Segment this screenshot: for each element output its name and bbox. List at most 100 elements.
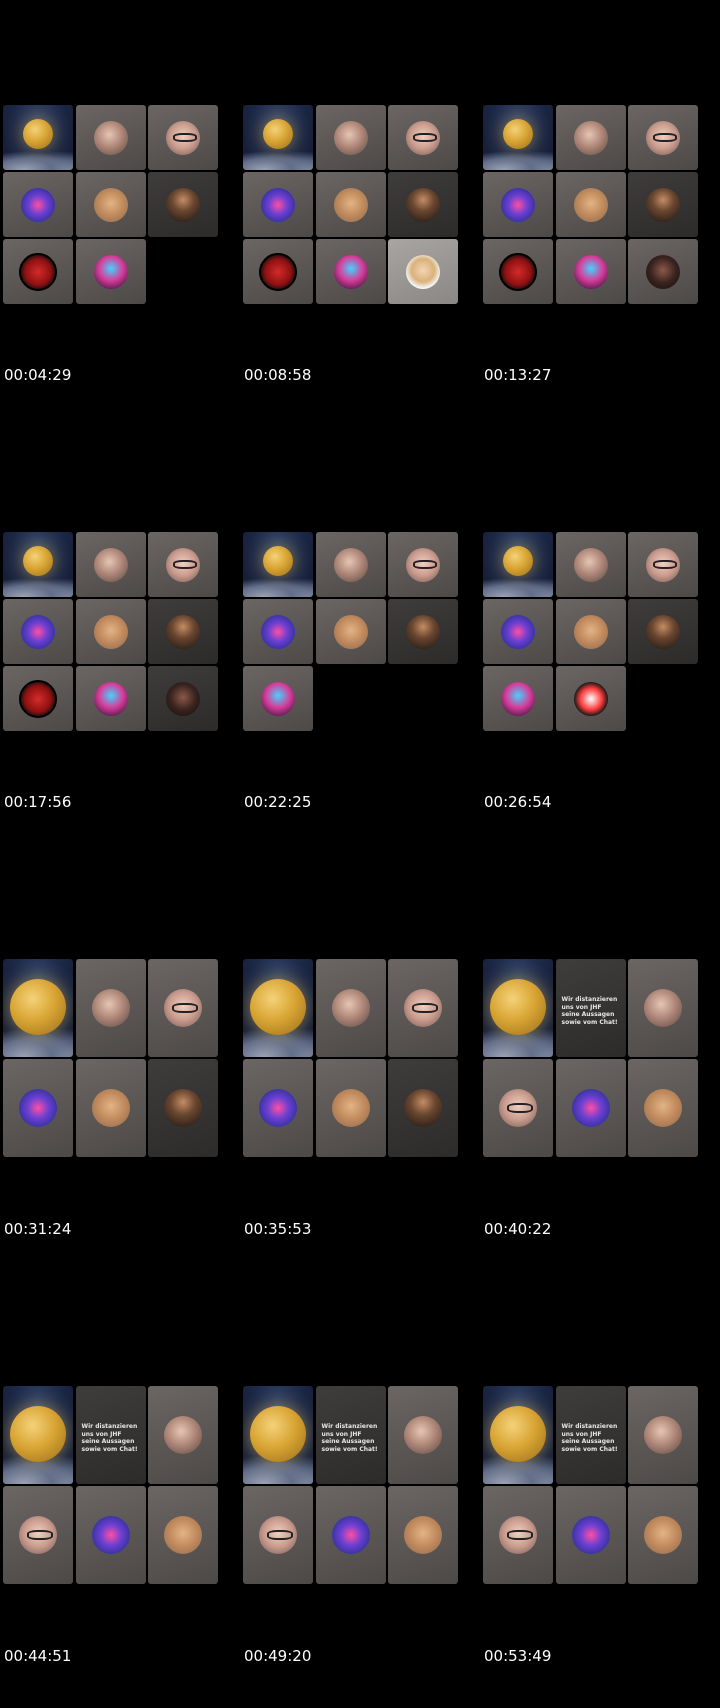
moon-image: [263, 119, 293, 149]
participant-tile: [75, 1059, 146, 1157]
participant-tile: [3, 172, 73, 237]
participant-avatar: [259, 1089, 297, 1127]
banner-text-tile: Wir distanzieren uns von JHF seine Aussa…: [75, 1386, 146, 1484]
frame-timestamp: 00:04:29: [4, 366, 72, 384]
participant-avatar: [166, 681, 200, 716]
participant-tile: [388, 239, 458, 304]
participant-tile: [3, 666, 73, 731]
video-frame: 00:35:53: [240, 854, 480, 1281]
participant-tile: [148, 105, 218, 170]
participant-avatar: [573, 614, 608, 649]
participant-tile: [483, 172, 553, 237]
moon-video-tile: [243, 1386, 313, 1484]
participant-avatar: [646, 254, 680, 289]
participant-avatar: [644, 1516, 682, 1554]
participant-avatar: [573, 547, 608, 582]
moon-video-tile: [3, 105, 73, 170]
moon-video-tile: [483, 1386, 553, 1484]
participant-avatar: [333, 187, 368, 222]
banner-text: Wir distanzieren uns von JHF seine Aussa…: [561, 1423, 618, 1453]
moon-image: [490, 1406, 546, 1462]
participant-avatar: [166, 120, 200, 155]
participant-tile: [555, 239, 626, 304]
participant-tile: [628, 1486, 698, 1584]
participant-avatar: [406, 120, 440, 155]
participant-avatar: [164, 1089, 202, 1127]
participant-avatar: [164, 1416, 202, 1454]
participant-avatar: [646, 187, 680, 222]
participant-tile: [148, 172, 218, 237]
banner-text-tile: Wir distanzieren uns von JHF seine Aussa…: [555, 1386, 626, 1484]
participant-tile: [628, 239, 698, 304]
participant-avatar: [21, 187, 55, 222]
participant-avatar: [499, 252, 537, 291]
participant-avatar: [19, 1516, 57, 1554]
moon-video-tile: [243, 532, 313, 597]
participant-avatar: [331, 1089, 370, 1127]
participant-tile: [3, 1486, 73, 1584]
moon-video-tile: [3, 532, 73, 597]
participant-tile: [628, 1386, 698, 1484]
banner-text-tile: Wir distanzieren uns von JHF seine Aussa…: [315, 1386, 386, 1484]
participant-tile: [148, 959, 218, 1057]
participant-tile: [315, 1486, 386, 1584]
participant-tile: [148, 666, 218, 731]
participant-tile: [628, 172, 698, 237]
participant-tile: [3, 239, 73, 304]
participant-avatar: [259, 252, 297, 291]
moon-video-tile: [483, 105, 553, 170]
participant-tile: [388, 599, 458, 664]
participant-tile: [388, 105, 458, 170]
moon-video-tile: [243, 105, 313, 170]
participant-avatar: [93, 614, 128, 649]
participant-avatar: [164, 989, 202, 1027]
participant-avatar: [406, 254, 440, 289]
participant-tile: [243, 1486, 313, 1584]
participant-avatar: [91, 1516, 130, 1554]
video-frame: 00:26:54: [480, 427, 720, 854]
participant-avatar: [404, 1416, 442, 1454]
video-frame: 00:04:29: [0, 0, 240, 427]
participant-avatar: [259, 1516, 297, 1554]
participant-avatar: [573, 120, 608, 155]
participant-avatar: [19, 252, 57, 291]
frame-timestamp: 00:44:51: [4, 1647, 72, 1665]
participant-tile: [75, 239, 146, 304]
participant-tile: [555, 599, 626, 664]
participant-avatar: [333, 547, 368, 582]
participant-tile: [148, 1059, 218, 1157]
participant-tile: [388, 1386, 458, 1484]
participant-avatar: [333, 254, 368, 289]
frame-timestamp: 00:26:54: [484, 793, 552, 811]
participant-tile: [148, 1486, 218, 1584]
participant-avatar: [21, 614, 55, 649]
moon-image: [503, 119, 533, 149]
participant-avatar: [573, 187, 608, 222]
video-frame: 00:22:25: [240, 427, 480, 854]
participant-avatar: [331, 1516, 370, 1554]
video-frame: 00:31:24: [0, 854, 240, 1281]
participant-avatar: [573, 681, 608, 716]
participant-avatar: [404, 1516, 442, 1554]
participant-tile: [483, 1486, 553, 1584]
moon-image: [23, 546, 53, 576]
participant-tile: [315, 239, 386, 304]
participant-tile: [388, 532, 458, 597]
participant-avatar: [333, 614, 368, 649]
frame-timestamp: 00:40:22: [484, 1220, 552, 1238]
participant-tile: [555, 1486, 626, 1584]
participant-tile: [3, 599, 73, 664]
participant-avatar: [261, 187, 295, 222]
participant-avatar: [19, 679, 57, 718]
participant-tile: [315, 599, 386, 664]
participant-avatar: [93, 254, 128, 289]
participant-avatar: [406, 187, 440, 222]
participant-tile: [315, 959, 386, 1057]
frame-timestamp: 00:22:25: [244, 793, 312, 811]
participant-tile: [388, 959, 458, 1057]
participant-avatar: [644, 989, 682, 1027]
banner-text: Wir distanzieren uns von JHF seine Aussa…: [81, 1423, 138, 1453]
participant-avatar: [19, 1089, 57, 1127]
participant-avatar: [646, 547, 680, 582]
participant-avatar: [501, 681, 535, 716]
